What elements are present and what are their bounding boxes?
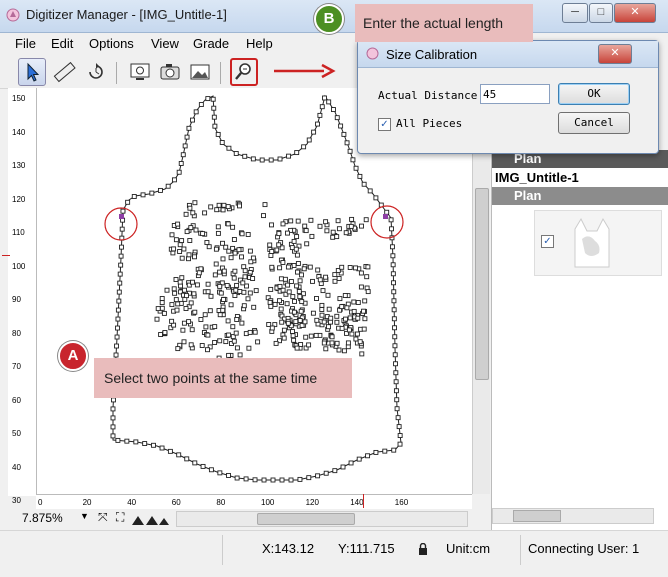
toolbar-separator	[220, 62, 221, 84]
horizontal-ruler-label: 40	[127, 498, 137, 507]
vertical-ruler-label: 40	[12, 462, 21, 472]
horizontal-scrollbar[interactable]	[176, 511, 468, 527]
close-button[interactable]: ✕	[614, 3, 656, 23]
minimize-button[interactable]: ─	[562, 3, 588, 23]
status-unit: Unit:cm	[446, 541, 491, 556]
camera-icon[interactable]	[156, 58, 184, 86]
vertical-ruler-label: 110	[12, 228, 25, 237]
piece-thumbnail	[574, 217, 610, 268]
step-a-badge: A	[58, 341, 88, 371]
horizontal-ruler-label: 160	[394, 498, 409, 507]
ok-button[interactable]: OK	[558, 83, 630, 105]
maximize-button[interactable]: □	[589, 3, 613, 23]
fit-icon[interactable]: ⤧	[98, 510, 108, 525]
vertical-ruler-label: 80	[12, 328, 21, 338]
vertical-ruler-label: 30	[12, 496, 21, 505]
menu-file[interactable]: File	[15, 36, 36, 51]
size-calibration-dialog: Size Calibration ✕ Actual Distance: OK ✓…	[357, 40, 659, 154]
panel-scrollbar[interactable]	[492, 508, 654, 524]
selected-point-left[interactable]	[119, 214, 124, 219]
distance-label: Actual Distance:	[378, 89, 484, 102]
horizontal-ruler-label: 80	[216, 498, 226, 507]
piece-panel: Plan IMG_Untitle-1 Plan ✓	[491, 150, 668, 530]
horizontal-ruler-label: 20	[82, 498, 92, 507]
status-bar: X:143.12 Y:111.715 Unit:cm Connecting Us…	[0, 530, 668, 577]
selected-point-right[interactable]	[383, 214, 388, 219]
red-arrow-icon	[274, 63, 336, 79]
menu-grade[interactable]: Grade	[193, 36, 229, 51]
step-b-badge: B	[314, 4, 344, 34]
app-icon	[6, 8, 20, 22]
dialog-close-button[interactable]: ✕	[598, 44, 632, 64]
vertical-ruler-label: 150	[12, 94, 26, 103]
menu-view[interactable]: View	[151, 36, 179, 51]
vertical-ruler-label: 50	[12, 429, 21, 438]
vertical-scroll-thumb[interactable]	[475, 188, 489, 380]
panel-scroll-thumb[interactable]	[513, 510, 561, 522]
horizontal-ruler-label: 60	[171, 498, 181, 507]
vertical-ruler-label: 60	[12, 395, 21, 405]
window-title: Digitizer Manager - [IMG_Untitle-1]	[26, 7, 227, 22]
picture-icon[interactable]	[186, 58, 214, 86]
dialog-title: Size Calibration	[386, 47, 478, 62]
canvas-bottom-bar: 7.875% ▼ ⤧ ⛶	[0, 509, 490, 527]
status-x: X:143.12	[262, 541, 315, 556]
step-a-callout: Select two points at the same time	[94, 358, 352, 398]
lock-icon	[419, 543, 427, 555]
horizontal-scroll-thumb[interactable]	[257, 513, 355, 525]
zoom-search-icon[interactable]	[230, 58, 258, 86]
monitor-icon[interactable]	[126, 58, 154, 86]
toolbar-separator	[116, 62, 117, 84]
vertical-ruler-label: 130	[12, 161, 26, 170]
menu-edit[interactable]: Edit	[51, 36, 73, 51]
dialog-title-bar: Size Calibration ✕	[358, 41, 658, 68]
vertical-ruler-label: 120	[12, 194, 26, 204]
menu-options[interactable]: Options	[89, 36, 134, 51]
horizontal-ruler-label: 0	[38, 498, 43, 507]
zoom-dropdown-icon[interactable]: ▼	[80, 511, 89, 521]
expand-icon[interactable]: ⛶	[116, 510, 124, 525]
status-y: Y:111.715	[338, 541, 395, 556]
step-b-callout: Enter the actual length	[355, 4, 533, 42]
piece-title[interactable]: IMG_Untitle-1	[492, 168, 668, 187]
vertical-ruler-label: 140	[12, 127, 26, 137]
vertical-ruler-label: 90	[12, 295, 21, 304]
horizontal-ruler-label: 140	[350, 498, 364, 507]
menu-help[interactable]: Help	[246, 36, 273, 51]
vertical-ruler-label: 70	[12, 362, 21, 371]
status-user: Connecting User: 1	[528, 541, 640, 556]
distance-input[interactable]	[480, 84, 550, 104]
mountain-icons[interactable]	[132, 513, 170, 525]
horizontal-ruler-label: 100	[261, 498, 275, 507]
zoom-level[interactable]: 7.875%	[22, 511, 63, 525]
select-arrow-icon[interactable]	[18, 58, 46, 86]
all-pieces-label: All Pieces	[396, 117, 463, 130]
horizontal-ruler-label: 120	[305, 498, 319, 507]
ruler-icon[interactable]	[50, 58, 78, 86]
ruler-cursor-marker	[2, 255, 10, 256]
piece-checkbox[interactable]: ✓	[541, 235, 554, 248]
plan-header-2[interactable]: Plan	[492, 187, 668, 205]
rotate-icon[interactable]	[82, 58, 110, 86]
ruler-cursor-marker	[363, 494, 364, 508]
dialog-app-icon	[366, 47, 379, 60]
all-pieces-checkbox[interactable]: ✓	[378, 118, 391, 131]
vertical-ruler-label: 100	[12, 261, 26, 271]
piece-thumbnail-card[interactable]: ✓	[534, 210, 662, 276]
vertical-ruler: 150 140 130 120 110 100 90 80 70 60 50 40 30	[8, 88, 37, 505]
cancel-button[interactable]: Cancel	[558, 112, 630, 134]
